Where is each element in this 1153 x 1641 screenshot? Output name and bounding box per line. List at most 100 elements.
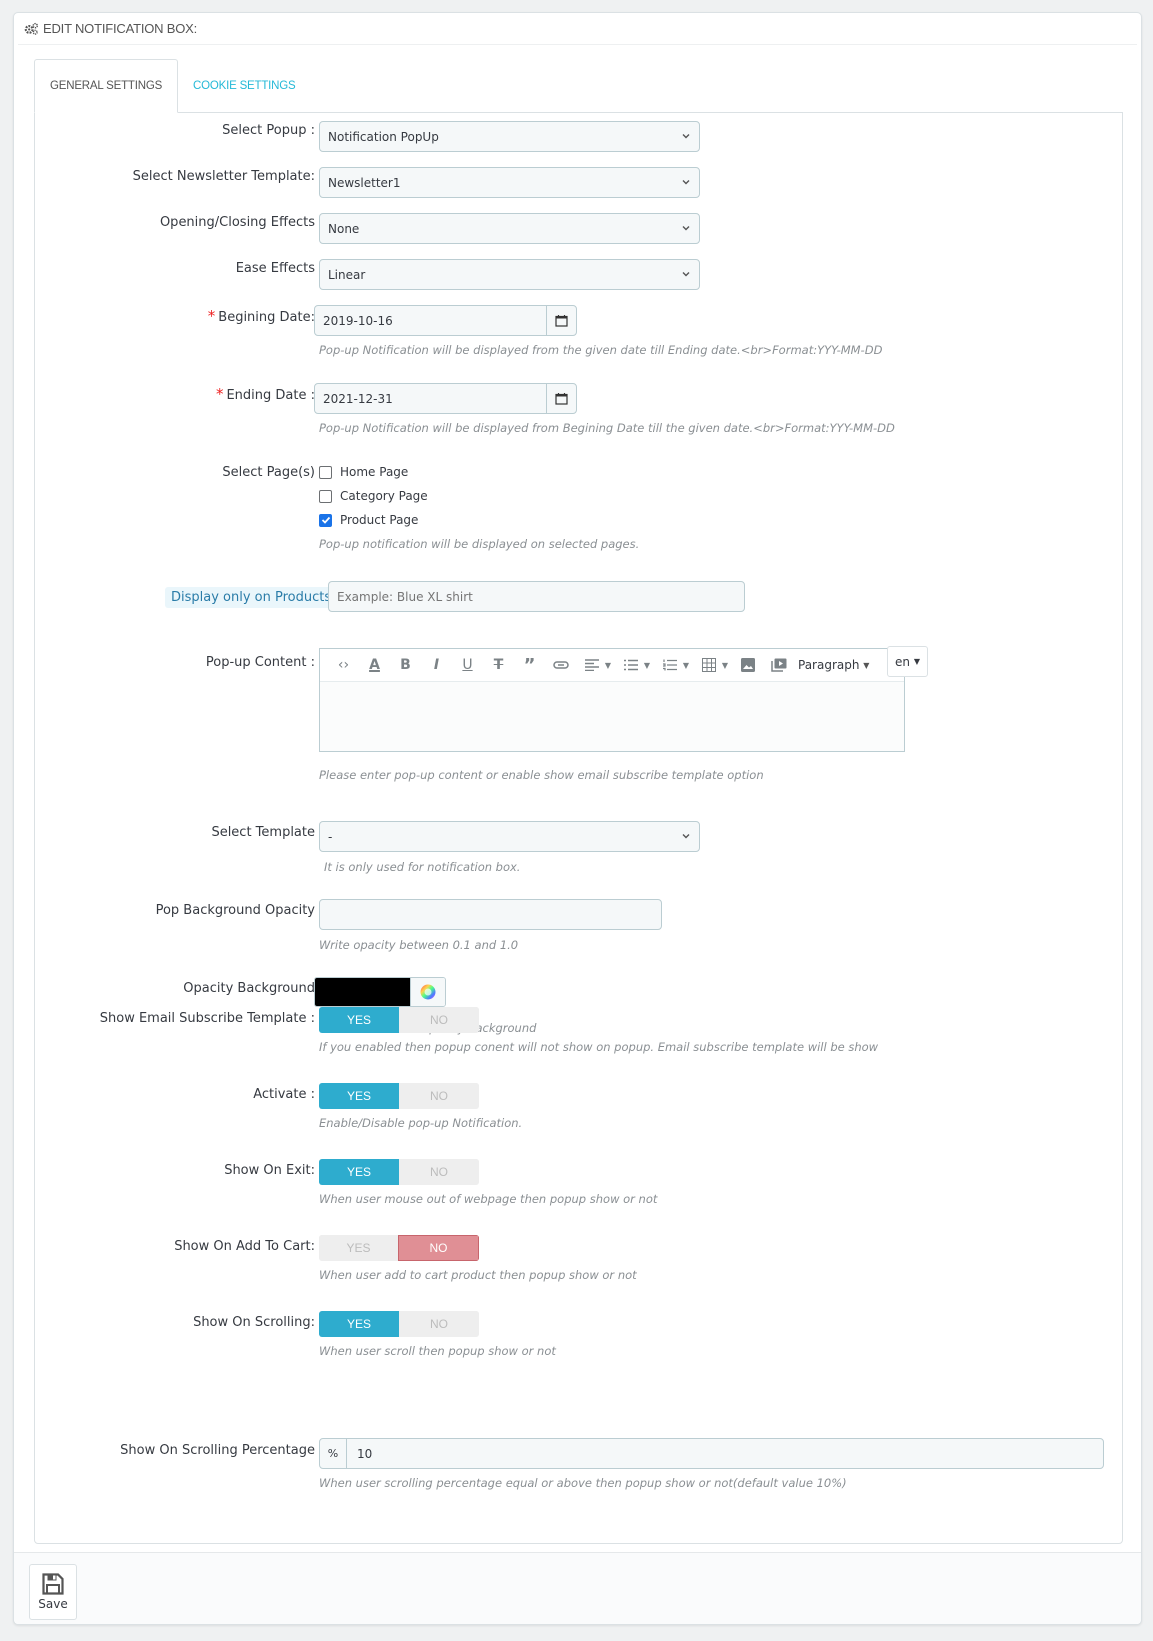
select-popup-dropdown[interactable]: Notification PopUp [319, 121, 700, 152]
switch-yes-option[interactable]: YES [319, 1235, 398, 1261]
required-marker: * [215, 385, 224, 403]
select-popup-value: Notification PopUp [328, 129, 439, 144]
switch-yes-option[interactable]: YES [319, 1007, 399, 1033]
checkbox-box-checked[interactable] [319, 513, 332, 527]
end-date-label-text: Ending Date : [226, 388, 315, 403]
checkbox-box[interactable] [319, 489, 332, 503]
opening-effects-dropdown[interactable]: None [319, 213, 700, 244]
checkbox-box[interactable] [319, 465, 332, 479]
bg-opacity-label: Pop Background Opacity [155, 903, 315, 918]
save-button[interactable]: Save [29, 1564, 77, 1620]
scroll-percentage-label: Show On Scrolling Percentage [120, 1443, 315, 1458]
checkbox-label: Home Page [340, 465, 409, 479]
chevron-down-icon [682, 272, 690, 277]
popup-content-editor[interactable]: ‹› A B I U T ” ▼ ▼ ▼ ▼ Paragraph ▼ [319, 648, 905, 752]
switch-no-option[interactable]: NO [399, 1159, 479, 1185]
select-template-help: It is only used for notification box. [324, 860, 521, 874]
switch-no-option[interactable]: NO [399, 1311, 479, 1337]
switch-yes-option[interactable]: YES [319, 1311, 399, 1337]
select-template-label: Select Template [211, 825, 315, 840]
media-icon[interactable] [763, 650, 794, 680]
activate-label: Activate : [253, 1087, 315, 1102]
select-template-dropdown[interactable]: - [319, 821, 700, 852]
format-value: Paragraph [798, 658, 860, 672]
caret-down-icon: ▼ [913, 657, 920, 666]
begin-date-input[interactable]: 2019-10-16 [314, 305, 577, 336]
display-only-products-label: Display only on Products [165, 587, 338, 608]
caret-down-icon[interactable]: ▼ [601, 650, 615, 680]
floppy-disk-icon [42, 1573, 64, 1595]
select-template-value: - [328, 829, 333, 844]
add-to-cart-switch[interactable]: YES NO [319, 1235, 479, 1261]
scroll-percentage-input[interactable]: % 10 [319, 1438, 1104, 1469]
switch-yes-option[interactable]: YES [319, 1159, 399, 1185]
switch-no-option[interactable]: NO [399, 1083, 479, 1109]
gears-icon [24, 22, 39, 35]
panel-title: EDIT NOTIFICATION BOX: [43, 21, 198, 36]
save-label: Save [38, 1597, 68, 1611]
bg-opacity-help: Write opacity between 0.1 and 1.0 [319, 938, 519, 952]
text-color-icon[interactable]: A [359, 650, 390, 680]
italic-icon[interactable]: I [421, 650, 452, 680]
checkbox-category-page[interactable]: Category Page [319, 489, 428, 503]
underline-icon[interactable]: U [452, 650, 483, 680]
begin-date-help: Pop-up Notification will be displayed fr… [319, 343, 883, 357]
caret-down-icon[interactable]: ▼ [679, 650, 693, 680]
checkbox-product-page[interactable]: Product Page [319, 513, 418, 527]
format-dropdown[interactable]: Paragraph ▼ [794, 650, 873, 680]
color-picker-button[interactable] [410, 978, 445, 1006]
activate-switch[interactable]: YES NO [319, 1083, 479, 1109]
checkbox-home-page[interactable]: Home Page [319, 465, 408, 479]
language-dropdown[interactable]: en ▼ [887, 646, 928, 677]
show-on-exit-switch[interactable]: YES NO [319, 1159, 479, 1185]
checkmark-icon [321, 516, 330, 524]
end-date-help: Pop-up Notification will be displayed fr… [319, 421, 895, 435]
required-marker: * [207, 307, 216, 325]
checkbox-label: Category Page [340, 489, 428, 503]
begin-date-label-text: Begining Date: [218, 310, 315, 325]
add-to-cart-label: Show On Add To Cart: [174, 1239, 315, 1254]
select-newsletter-label: Select Newsletter Template: [132, 169, 315, 184]
edit-notification-panel: EDIT NOTIFICATION BOX: GENERAL SETTINGS … [13, 12, 1142, 1625]
show-on-exit-help: When user mouse out of webpage then popu… [319, 1192, 658, 1206]
opacity-background-label: Opacity Background [183, 981, 315, 996]
opacity-background-color-input[interactable] [314, 977, 446, 1007]
blockquote-icon[interactable]: ” [514, 650, 545, 680]
bg-opacity-input[interactable] [319, 899, 662, 930]
calendar-icon [555, 393, 568, 405]
scrolling-switch[interactable]: YES NO [319, 1311, 479, 1337]
code-icon[interactable]: ‹› [328, 650, 359, 680]
products-search-input[interactable] [328, 581, 745, 612]
editor-toolbar: ‹› A B I U T ” ▼ ▼ ▼ ▼ Paragraph ▼ [320, 649, 904, 682]
end-date-input[interactable]: 2021-12-31 [314, 383, 577, 414]
begin-date-calendar-button[interactable] [546, 306, 576, 335]
link-icon[interactable] [545, 650, 576, 680]
caret-down-icon[interactable]: ▼ [640, 650, 654, 680]
select-newsletter-dropdown[interactable]: Newsletter1 [319, 167, 700, 198]
switch-no-option[interactable]: NO [398, 1235, 479, 1261]
show-on-exit-label: Show On Exit: [224, 1163, 315, 1178]
caret-down-icon[interactable]: ▼ [718, 650, 732, 680]
select-popup-label: Select Popup : [222, 123, 315, 138]
scrolling-help: When user scroll then popup show or not [319, 1344, 556, 1358]
tab-cookie-settings[interactable]: COOKIE SETTINGS [178, 59, 310, 113]
end-date-value: 2021-12-31 [323, 391, 393, 406]
email-template-help: If you enabled then popup conent will no… [319, 1040, 879, 1054]
bold-icon[interactable]: B [390, 650, 421, 680]
ease-effects-label: Ease Effects [235, 261, 315, 276]
ease-effects-dropdown[interactable]: Linear [319, 259, 700, 290]
end-date-calendar-button[interactable] [546, 384, 576, 413]
checkbox-label: Product Page [340, 513, 419, 527]
language-value: en [895, 654, 910, 669]
scroll-percentage-value: 10 [357, 1446, 373, 1461]
image-icon[interactable] [732, 650, 763, 680]
switch-no-option[interactable]: NO [399, 1007, 479, 1033]
strikethrough-icon[interactable]: T [483, 650, 514, 680]
opening-effects-value: None [328, 221, 360, 236]
switch-yes-option[interactable]: YES [319, 1083, 399, 1109]
tab-general-settings[interactable]: GENERAL SETTINGS [34, 59, 179, 113]
color-swatch[interactable] [315, 978, 410, 1006]
email-template-switch[interactable]: YES NO [319, 1007, 479, 1033]
percent-prefix: % [320, 1439, 347, 1468]
popup-content-help: Please enter pop-up content or enable sh… [319, 768, 764, 782]
